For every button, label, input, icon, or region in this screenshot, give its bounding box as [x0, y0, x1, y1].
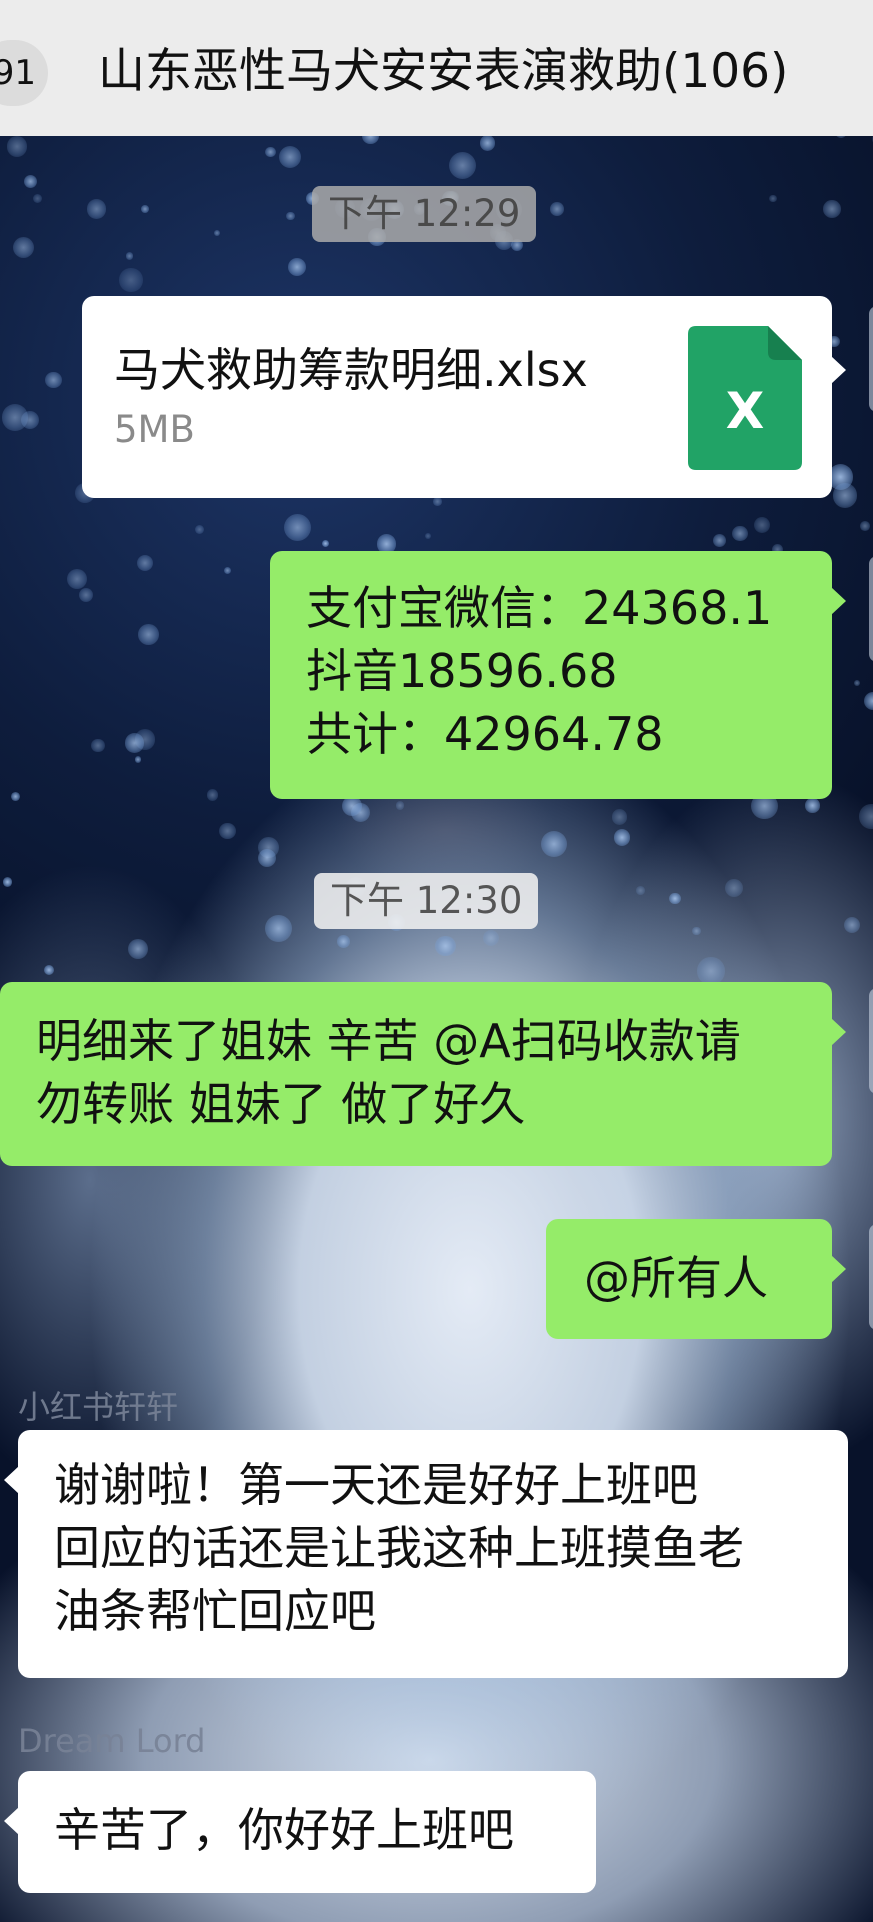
bubble-tail [831, 587, 846, 615]
snowflake [12, 236, 35, 259]
message-text: 辛苦了，你好好上班吧 [54, 1803, 514, 1857]
snowflake [754, 517, 771, 533]
bubble-tail [4, 1466, 19, 1494]
message-text: 谢谢啦！第一天还是好好上班吧 回应的话还是让我这种上班摸鱼老 油条帮忙回应吧 [54, 1458, 744, 1638]
snowflake [2, 877, 13, 888]
sender-name: 小红书轩轩 [18, 1388, 179, 1426]
timestamp: 下午 12:30 [314, 873, 539, 929]
snowflake [224, 566, 232, 575]
file-name: 马犬救助筹款明细.xlsx [114, 343, 588, 397]
snowflake [613, 828, 631, 846]
snowflake [860, 521, 871, 531]
snowflake [125, 252, 134, 261]
snowflake [45, 371, 63, 389]
snowflake [24, 174, 38, 188]
unread-count: 91 [0, 53, 36, 93]
snowflake [6, 136, 28, 157]
snowflake [713, 534, 727, 547]
snowflake [219, 823, 236, 840]
snowflake [864, 691, 873, 710]
snowflake [731, 525, 748, 542]
snowflake [832, 483, 858, 508]
snowflake [265, 146, 276, 157]
snowflake [337, 935, 350, 948]
snowflake [479, 135, 496, 151]
snowflake [449, 151, 477, 179]
bubble-tail [831, 1255, 846, 1283]
snowflake [134, 756, 142, 763]
file-message[interactable]: 马犬救助筹款明细.xlsx 5MB X [82, 296, 846, 498]
snowflake [127, 938, 148, 959]
snowflake [214, 229, 221, 237]
snowflake [854, 680, 861, 687]
snowflake [206, 788, 219, 801]
snowflake [195, 525, 205, 535]
snowflake [322, 540, 330, 548]
snowflake [823, 200, 841, 219]
snowflake [137, 624, 159, 646]
timestamp: 下午 12:29 [312, 186, 537, 242]
snowflake [540, 831, 567, 858]
sender-name: Dream Lord [18, 1722, 206, 1760]
snowflake [769, 194, 777, 203]
excel-file-icon: X [688, 326, 802, 470]
bubble-tail [831, 1018, 846, 1046]
bubble-tail [4, 1807, 19, 1835]
snowflake [78, 587, 94, 603]
snowflake [125, 733, 145, 753]
snowflake [86, 199, 107, 220]
snowflake [257, 848, 277, 868]
snowflake [11, 791, 21, 801]
bubble-tail [831, 356, 846, 384]
snowflake [140, 205, 149, 213]
snowflake [805, 798, 820, 813]
snowflake [286, 211, 295, 221]
back-button[interactable]: 91 [0, 40, 48, 106]
snowflake [32, 193, 43, 204]
snowflake [265, 914, 292, 942]
message-bubble[interactable]: 谢谢啦！第一天还是好好上班吧 回应的话还是让我这种上班摸鱼老 油条帮忙回应吧 [4, 1430, 848, 1678]
chat-title: 山东恶性马犬安安表演救助(106) [98, 44, 789, 99]
snowflake [844, 917, 861, 934]
snowflake [91, 738, 105, 752]
message-bubble[interactable]: @所有人 [546, 1219, 846, 1339]
snowflake [433, 497, 442, 506]
snowflake [66, 568, 88, 590]
message-text: 支付宝微信：24368.1 抖音18596.68 共计：42964.78 [306, 581, 773, 761]
snowflake [692, 926, 702, 936]
message-bubble[interactable]: 辛苦了，你好好上班吧 [4, 1771, 596, 1893]
message-text: @所有人 [584, 1251, 768, 1305]
chat-header: 91 山东恶性马犬安安表演救助(106) [0, 0, 873, 136]
snowflake [611, 809, 628, 825]
message-bubble[interactable]: 明细来了姐妹 辛苦 @A扫码收款请 勿转账 姐妹了 做了好久 [0, 982, 846, 1166]
avatar[interactable] [869, 306, 873, 412]
avatar[interactable] [869, 556, 873, 662]
snowflake [550, 202, 564, 216]
snowflake [635, 885, 645, 895]
snowflake [136, 554, 153, 571]
snowflake [483, 930, 500, 947]
file-size: 5MB [114, 408, 195, 451]
snowflake [288, 258, 307, 277]
snowflake [725, 878, 744, 897]
snowflake [279, 146, 302, 168]
snowflake [669, 892, 682, 905]
avatar[interactable] [869, 1224, 873, 1330]
message-bubble[interactable]: 支付宝微信：24368.1 抖音18596.68 共计：42964.78 [270, 551, 846, 799]
snowflake [435, 935, 457, 957]
snowflake [697, 957, 725, 985]
snowflake [283, 514, 311, 542]
snowflake [119, 268, 143, 292]
excel-icon-label: X [726, 382, 765, 440]
avatar[interactable] [869, 988, 873, 1094]
snowflake [43, 965, 54, 976]
message-text: 明细来了姐妹 辛苦 @A扫码收款请 勿转账 姐妹了 做了好久 [36, 1014, 741, 1131]
snowflake [859, 804, 873, 829]
snowflake [395, 801, 405, 810]
snowflake [425, 532, 432, 539]
